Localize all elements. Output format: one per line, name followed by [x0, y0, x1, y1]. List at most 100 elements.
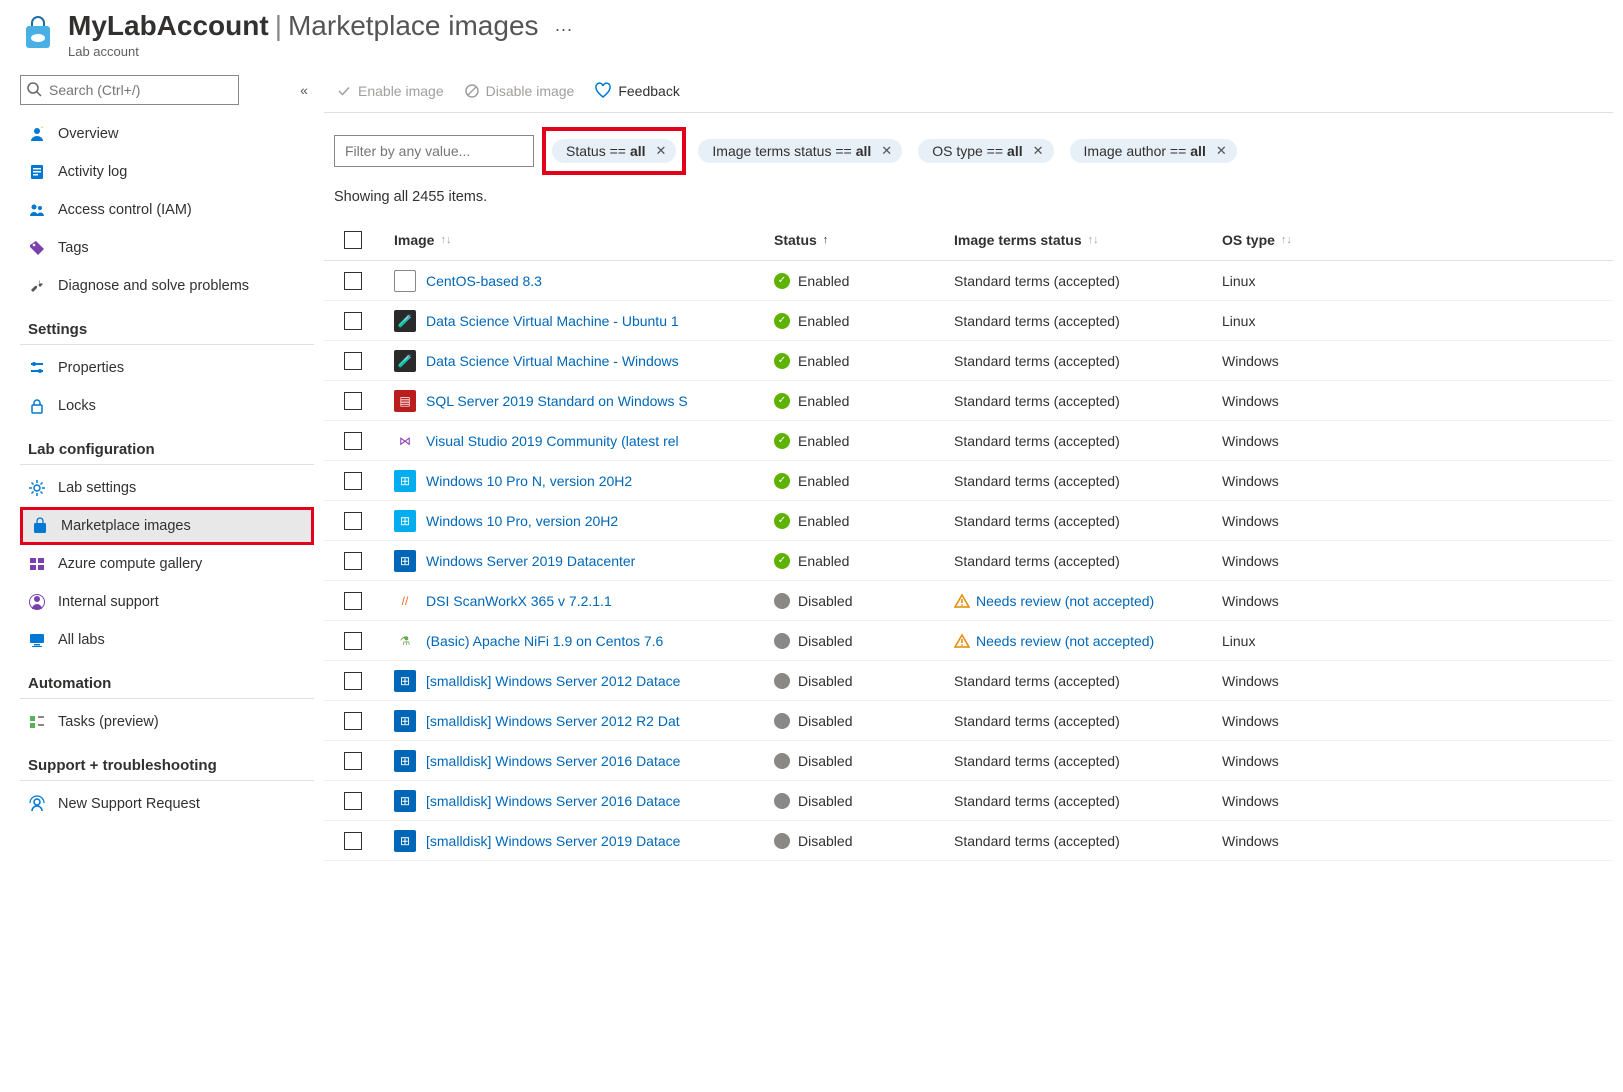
- row-checkbox[interactable]: [344, 792, 362, 810]
- image-link[interactable]: [smalldisk] Windows Server 2012 R2 Dat: [426, 713, 680, 729]
- status-icon: ✓: [774, 353, 790, 369]
- image-link[interactable]: Data Science Virtual Machine - Windows: [426, 353, 679, 369]
- sidebar-item-azure-compute-gallery[interactable]: Azure compute gallery: [20, 545, 314, 583]
- status-text: Disabled: [798, 713, 852, 729]
- row-checkbox[interactable]: [344, 752, 362, 770]
- sidebar-item-access-control[interactable]: Access control (IAM): [20, 191, 314, 229]
- pill-field: Image author ==: [1084, 143, 1187, 159]
- status-text: Enabled: [798, 273, 849, 289]
- row-checkbox[interactable]: [344, 512, 362, 530]
- filter-pill-status[interactable]: Status == all✕: [542, 127, 686, 175]
- image-link[interactable]: CentOS-based 8.3: [426, 273, 542, 289]
- table-header: Image↑↓ Status↑ Image terms status↑↓ OS …: [324, 219, 1613, 261]
- terms-text: Standard terms (accepted): [954, 393, 1120, 409]
- row-checkbox[interactable]: [344, 592, 362, 610]
- enable-image-button[interactable]: Enable image: [336, 83, 444, 99]
- pill-remove-icon[interactable]: ✕: [1033, 143, 1044, 159]
- sidebar-item-lab-settings[interactable]: Lab settings: [20, 469, 314, 507]
- sidebar-item-label: All labs: [58, 632, 105, 648]
- row-checkbox[interactable]: [344, 432, 362, 450]
- row-checkbox[interactable]: [344, 552, 362, 570]
- sidebar-item-diagnose[interactable]: Diagnose and solve problems: [20, 267, 314, 305]
- tags-icon: [28, 239, 46, 257]
- filter-input[interactable]: [334, 135, 534, 167]
- image-link[interactable]: Data Science Virtual Machine - Ubuntu 1: [426, 313, 679, 329]
- terms-text: Standard terms (accepted): [954, 673, 1120, 689]
- feedback-button[interactable]: Feedback: [594, 82, 679, 100]
- filter-pill-image-author[interactable]: Image author == all✕: [1070, 139, 1237, 163]
- image-type-icon: 🧪: [394, 310, 416, 332]
- image-link[interactable]: DSI ScanWorkX 365 v 7.2.1.1: [426, 593, 612, 609]
- terms-text: Standard terms (accepted): [954, 513, 1120, 529]
- status-text: Disabled: [798, 753, 852, 769]
- disable-image-button[interactable]: Disable image: [464, 83, 575, 99]
- sidebar-item-properties[interactable]: Properties: [20, 349, 314, 387]
- row-checkbox[interactable]: [344, 272, 362, 290]
- filter-bar: Status == all✕Image terms status == all✕…: [324, 113, 1613, 183]
- pill-remove-icon[interactable]: ✕: [881, 143, 892, 159]
- collapse-sidebar-button[interactable]: «: [294, 82, 314, 98]
- disable-image-label: Disable image: [486, 83, 575, 99]
- image-link[interactable]: [smalldisk] Windows Server 2016 Datace: [426, 793, 680, 809]
- diagnose-icon: [28, 277, 46, 295]
- table-row: ▤ SQL Server 2019 Standard on Windows S …: [324, 381, 1613, 421]
- access-control-icon: [28, 201, 46, 219]
- row-checkbox[interactable]: [344, 472, 362, 490]
- terms-text: Standard terms (accepted): [954, 353, 1120, 369]
- status-text: Disabled: [798, 593, 852, 609]
- filter-pill-image-terms-status[interactable]: Image terms status == all✕: [698, 139, 902, 163]
- pill-remove-icon[interactable]: ✕: [656, 143, 667, 159]
- row-checkbox[interactable]: [344, 712, 362, 730]
- image-link[interactable]: Windows 10 Pro N, version 20H2: [426, 473, 632, 489]
- image-link[interactable]: [smalldisk] Windows Server 2019 Datace: [426, 833, 680, 849]
- sidebar-item-all-labs[interactable]: All labs: [20, 621, 314, 659]
- terms-link[interactable]: Needs review (not accepted): [976, 593, 1154, 609]
- image-link[interactable]: Visual Studio 2019 Community (latest rel: [426, 433, 679, 449]
- internal-support-icon: [28, 593, 46, 611]
- row-checkbox[interactable]: [344, 312, 362, 330]
- section-header: Support + troubleshooting: [20, 757, 314, 781]
- table-row: ⊞ Windows 10 Pro N, version 20H2 ✓ Enabl…: [324, 461, 1613, 501]
- status-text: Enabled: [798, 393, 849, 409]
- row-checkbox[interactable]: [344, 832, 362, 850]
- sidebar: « OverviewActivity logAccess control (IA…: [0, 69, 324, 861]
- col-header-image[interactable]: Image↑↓: [394, 232, 774, 248]
- col-header-os[interactable]: OS type↑↓: [1222, 232, 1342, 248]
- image-link[interactable]: Windows Server 2019 Datacenter: [426, 553, 635, 569]
- sidebar-item-tasks-preview[interactable]: Tasks (preview): [20, 703, 314, 741]
- status-text: Disabled: [798, 833, 852, 849]
- image-link[interactable]: (Basic) Apache NiFi 1.9 on Centos 7.6: [426, 633, 663, 649]
- sidebar-item-marketplace-images[interactable]: Marketplace images: [20, 507, 314, 545]
- row-checkbox[interactable]: [344, 672, 362, 690]
- more-button[interactable]: ···: [555, 19, 573, 40]
- row-checkbox[interactable]: [344, 352, 362, 370]
- select-all-checkbox[interactable]: [344, 231, 362, 249]
- sidebar-search-input[interactable]: [20, 75, 239, 105]
- row-checkbox[interactable]: [344, 392, 362, 410]
- image-link[interactable]: [smalldisk] Windows Server 2016 Datace: [426, 753, 680, 769]
- sidebar-item-new-support-request[interactable]: New Support Request: [20, 785, 314, 823]
- col-header-status[interactable]: Status↑: [774, 232, 954, 248]
- sidebar-item-overview[interactable]: Overview: [20, 115, 314, 153]
- image-type-icon: ⊞: [394, 670, 416, 692]
- terms-link[interactable]: Needs review (not accepted): [976, 633, 1154, 649]
- pill-remove-icon[interactable]: ✕: [1216, 143, 1227, 159]
- table-row: ◎ CentOS-based 8.3 ✓ Enabled Standard te…: [324, 261, 1613, 301]
- status-icon: [774, 753, 790, 769]
- os-text: Linux: [1222, 313, 1255, 329]
- image-link[interactable]: SQL Server 2019 Standard on Windows S: [426, 393, 688, 409]
- sidebar-item-locks[interactable]: Locks: [20, 387, 314, 425]
- terms-text: Standard terms (accepted): [954, 713, 1120, 729]
- row-checkbox[interactable]: [344, 632, 362, 650]
- filter-pill-os-type[interactable]: OS type == all✕: [918, 139, 1053, 163]
- enable-image-label: Enable image: [358, 83, 444, 99]
- image-link[interactable]: [smalldisk] Windows Server 2012 Datace: [426, 673, 680, 689]
- status-icon: ✓: [774, 433, 790, 449]
- sidebar-item-tags[interactable]: Tags: [20, 229, 314, 267]
- sidebar-item-activity-log[interactable]: Activity log: [20, 153, 314, 191]
- image-link[interactable]: Windows 10 Pro, version 20H2: [426, 513, 618, 529]
- col-header-terms[interactable]: Image terms status↑↓: [954, 232, 1222, 248]
- sidebar-item-internal-support[interactable]: Internal support: [20, 583, 314, 621]
- pill-value: all: [630, 143, 646, 159]
- status-text: Disabled: [798, 633, 852, 649]
